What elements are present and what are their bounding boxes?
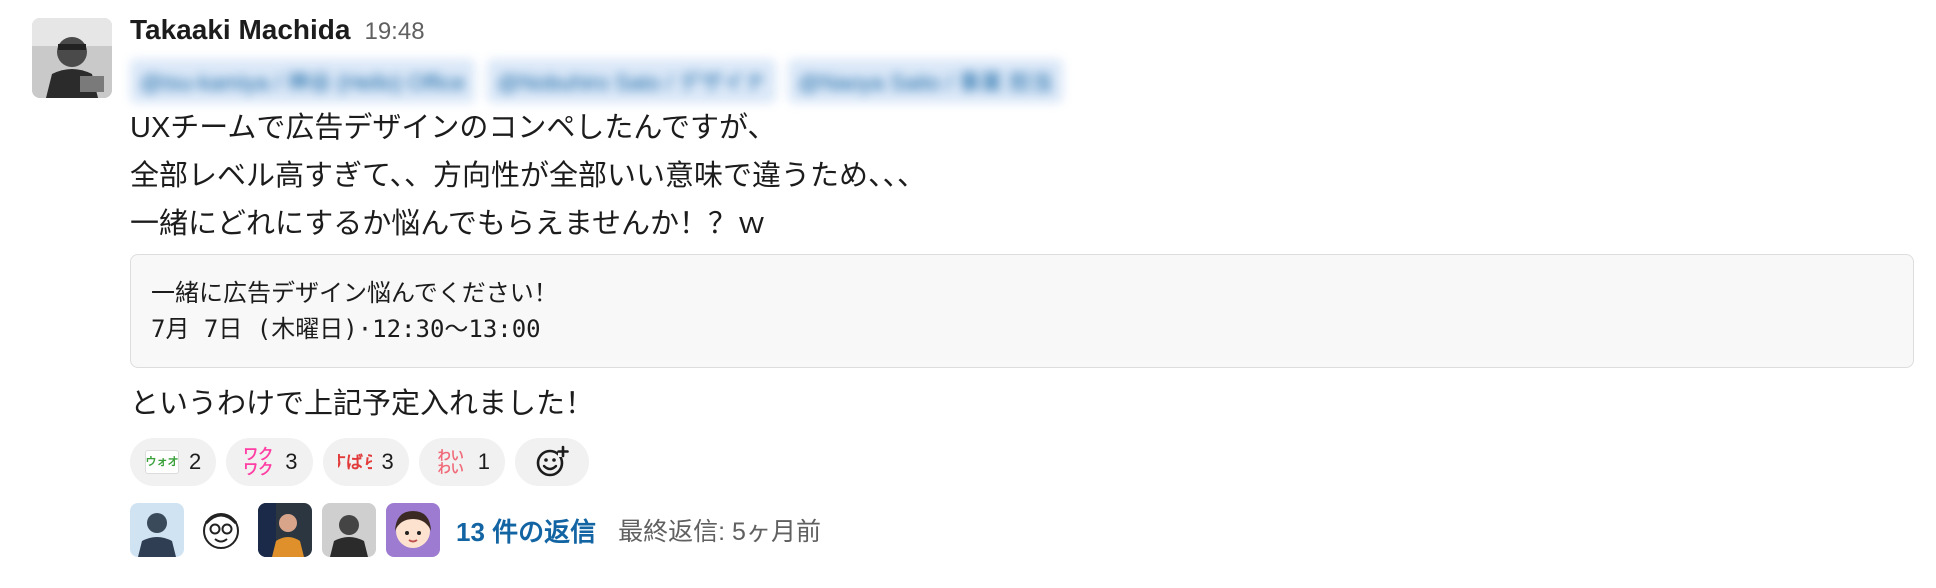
thread-replies-link[interactable]: 13 件の返信 <box>456 512 596 549</box>
mention-link[interactable]: @tsu-kamiya / 神谷 (Hello) Office <box>130 59 476 103</box>
thread-summary[interactable]: 13 件の返信 最終返信: 5ヶ月前 <box>130 502 1920 558</box>
emoji-text: わい <box>437 461 464 476</box>
reaction-waiwai[interactable]: わい わい 1 <box>418 438 505 486</box>
reaction-subarashii[interactable]: すばら 3 <box>322 438 409 486</box>
reactions-bar: ウォオ 2 ワク ワク 3 すばら 3 わい わい 1 <box>130 436 1920 488</box>
subarashii-icon: すばら <box>338 452 372 472</box>
message-line: UXチームで広告デザインのコンペしたんですが、 <box>130 112 777 144</box>
reaction-count: 1 <box>477 449 490 474</box>
emoji-text: ワク <box>243 461 274 478</box>
last-reply-time: 最終返信: 5ヶ月前 <box>618 518 821 546</box>
message-line: 一緒にどれにするか悩んでもらえませんか！？ｗ <box>130 208 766 240</box>
code-line: 7月 7日 (木曜日)·12:30〜13:00 <box>151 315 541 343</box>
replier-avatar <box>130 503 184 557</box>
message-line: 全部レベル高すぎて、、方向性が全部いい意味で違うため、、、 <box>130 160 927 192</box>
add-emoji-icon <box>536 445 569 477</box>
replier-avatar <box>258 503 312 557</box>
replier-photo <box>322 503 376 557</box>
wakuwaku-icon: ワク ワク <box>241 445 275 479</box>
replier-illustration <box>194 503 248 557</box>
mention-link[interactable]: @Naoya Saito / 事業 担当 <box>788 59 1063 103</box>
waiwai-icon: わい わい <box>434 445 468 479</box>
reaction-wooo[interactable]: ウォオ 2 <box>130 438 217 486</box>
replier-avatar <box>194 503 248 557</box>
replier-illustration <box>386 503 440 557</box>
author-avatar[interactable] <box>32 18 112 98</box>
message-timestamp[interactable]: 19:48 <box>364 18 424 46</box>
add-reaction-button[interactable] <box>515 438 589 486</box>
wooo-icon: ウォオ <box>145 450 179 474</box>
reaction-count: 3 <box>285 449 298 474</box>
replier-avatar <box>322 503 376 557</box>
message-header: Takaaki Machida 19:48 <box>130 14 1920 58</box>
message-content: Takaaki Machida 19:48 @tsu-kamiya / 神谷 (… <box>130 14 1920 558</box>
mentions-row: @tsu-kamiya / 神谷 (Hello) Office @Nobuhir… <box>130 58 1920 104</box>
code-block: 一緒に広告デザイン悩んでください！ 7月 7日 (木曜日)·12:30〜13:0… <box>130 254 1914 368</box>
replier-photo <box>258 503 312 557</box>
author-name[interactable]: Takaaki Machida <box>130 14 350 46</box>
reaction-count: 2 <box>189 449 202 474</box>
emoji-text: ワク <box>243 446 274 463</box>
reaction-count: 3 <box>381 449 394 474</box>
replier-photo <box>130 503 184 557</box>
author-photo <box>32 18 112 98</box>
code-line: 一緒に広告デザイン悩んでください！ <box>151 279 558 307</box>
message-line: というわけで上記予定入れました！ <box>130 388 595 420</box>
reaction-wakuwaku[interactable]: ワク ワク 3 <box>226 438 313 486</box>
mention-link[interactable]: @Nobuhiro Sato / デザイナ <box>487 59 776 103</box>
replier-avatar <box>386 503 440 557</box>
